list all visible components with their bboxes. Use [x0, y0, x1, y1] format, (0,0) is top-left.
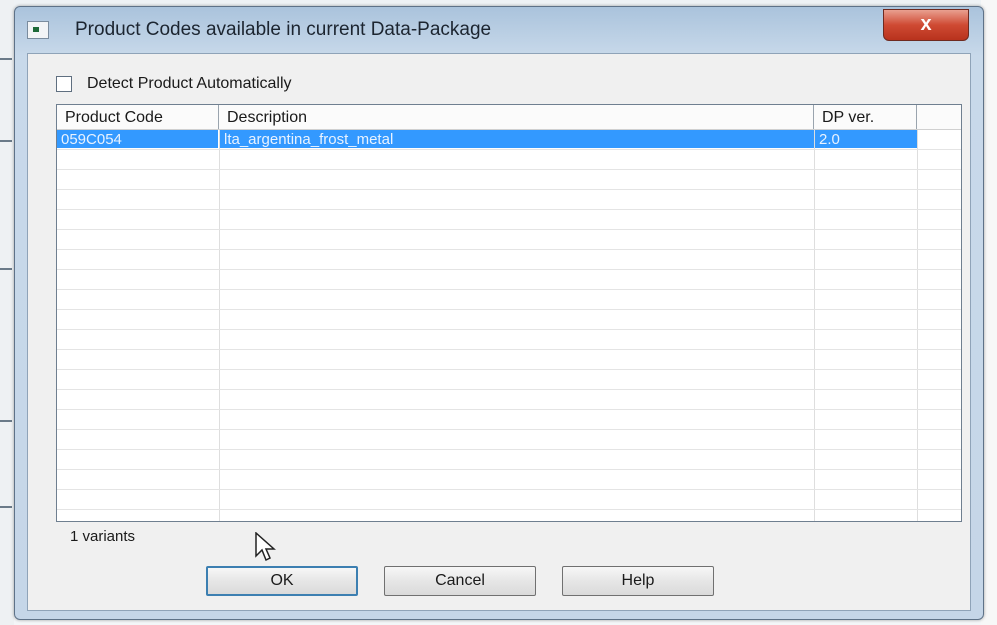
variants-count: 1 variants — [70, 528, 136, 545]
cell-description: lta_argentina_frost_metal — [220, 130, 814, 148]
window-title: Product Codes available in current Data-… — [75, 19, 492, 40]
empty-row — [57, 390, 961, 410]
empty-row — [57, 170, 961, 190]
empty-row — [57, 210, 961, 230]
dialog-client-area: Detect Product Automatically Product Cod… — [27, 53, 971, 611]
product-codes-dialog: Product Codes available in current Data-… — [14, 6, 984, 620]
background-tick — [0, 58, 12, 60]
cell-product-code: 059C054 — [57, 130, 218, 148]
mouse-cursor-icon — [255, 532, 276, 562]
ok-button[interactable]: OK — [206, 566, 358, 596]
column-header-description[interactable]: Description — [219, 105, 814, 129]
product-code-list[interactable]: Product Code Description DP ver. 059C054… — [56, 104, 962, 522]
title-bar[interactable]: Product Codes available in current Data-… — [15, 7, 983, 51]
empty-row — [57, 350, 961, 370]
empty-row — [57, 510, 961, 521]
empty-row — [57, 450, 961, 470]
empty-row — [57, 190, 961, 210]
background-tick — [0, 506, 12, 508]
background-tick — [0, 268, 12, 270]
background-tick — [0, 420, 12, 422]
detect-product-checkbox[interactable] — [56, 76, 72, 92]
table-row[interactable]: 059C054 lta_argentina_frost_metal 2.0 — [57, 130, 961, 150]
empty-row — [57, 470, 961, 490]
empty-row — [57, 410, 961, 430]
list-rows: 059C054 lta_argentina_frost_metal 2.0 — [57, 130, 961, 521]
close-button[interactable]: x — [883, 9, 969, 41]
app-icon[interactable] — [27, 21, 49, 39]
column-header-product-code[interactable]: Product Code — [57, 105, 219, 129]
desktop-background-left — [0, 0, 14, 625]
detect-product-label[interactable]: Detect Product Automatically — [87, 75, 292, 93]
empty-row — [57, 230, 961, 250]
cancel-button[interactable]: Cancel — [384, 566, 536, 596]
empty-row — [57, 290, 961, 310]
column-header-dp-ver[interactable]: DP ver. — [814, 105, 917, 129]
help-button[interactable]: Help — [562, 566, 714, 596]
empty-row — [57, 430, 961, 450]
list-header: Product Code Description DP ver. — [57, 105, 961, 130]
cell-dp-ver: 2.0 — [815, 130, 917, 148]
empty-row — [57, 150, 961, 170]
background-tick — [0, 140, 12, 142]
detect-product-option[interactable]: Detect Product Automatically — [56, 72, 292, 96]
empty-row — [57, 250, 961, 270]
empty-row — [57, 270, 961, 290]
empty-row — [57, 330, 961, 350]
empty-row — [57, 310, 961, 330]
empty-row — [57, 370, 961, 390]
close-icon: x — [920, 13, 932, 35]
empty-row — [57, 490, 961, 510]
